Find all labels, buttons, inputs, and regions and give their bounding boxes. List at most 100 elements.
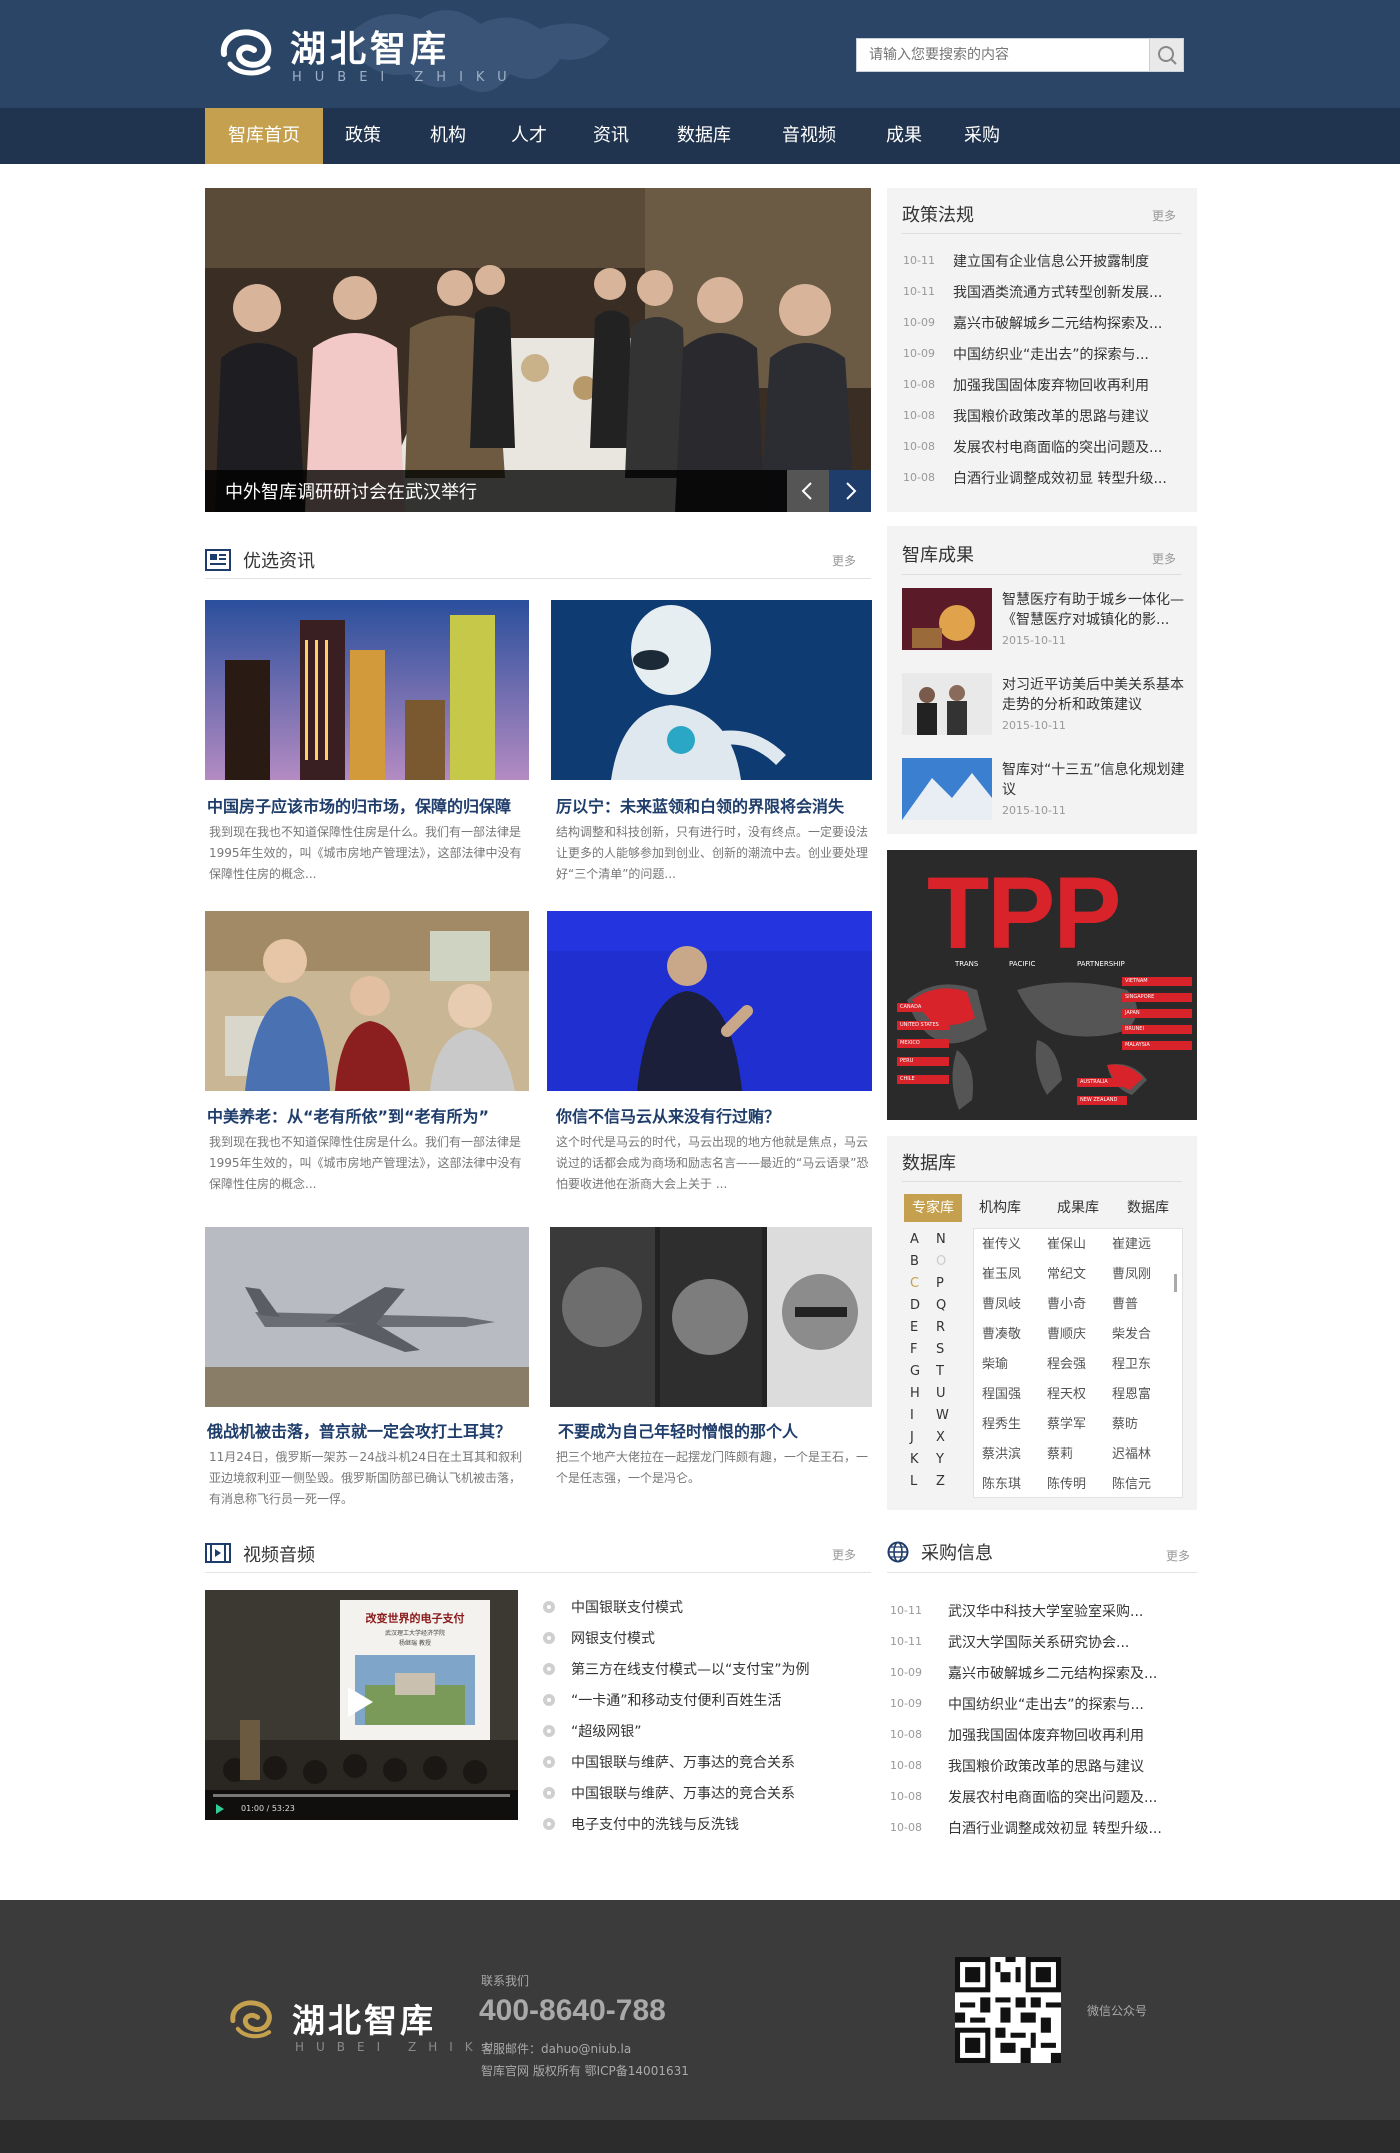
- list-item[interactable]: 10-11 建立国有企业信息公开披露制度: [903, 248, 1203, 279]
- list-item[interactable]: 10-11 武汉华中科技大学室验室采购...: [890, 1598, 1190, 1629]
- alphabet-letter[interactable]: O: [936, 1254, 946, 1269]
- expert-name[interactable]: 曹普: [1112, 1293, 1138, 1312]
- tab-institutions[interactable]: 机构库: [979, 1194, 1021, 1222]
- alphabet-letter[interactable]: L: [910, 1474, 917, 1489]
- footer-email[interactable]: 客服邮件：dahuo@niub.la: [481, 2040, 631, 2057]
- expert-name[interactable]: 蔡莉: [1047, 1443, 1073, 1462]
- policy-more-link[interactable]: 更多: [1152, 207, 1176, 224]
- item-title[interactable]: 建立国有企业信息公开披露制度: [953, 251, 1203, 271]
- news-image-fighter-jet[interactable]: [205, 1227, 529, 1407]
- expert-name[interactable]: 程天权: [1047, 1383, 1086, 1402]
- list-item[interactable]: 10-09 嘉兴市破解城乡二元结构探索及...: [890, 1660, 1190, 1691]
- list-item[interactable]: 10-08 白酒行业调整成效初显 转型升级...: [890, 1815, 1190, 1846]
- item-title[interactable]: 我国酒类流通方式转型创新发展...: [953, 282, 1203, 302]
- alphabet-letter[interactable]: B: [910, 1254, 919, 1269]
- alphabet-letter[interactable]: J: [910, 1430, 914, 1445]
- alphabet-letter[interactable]: P: [936, 1276, 944, 1291]
- expert-name[interactable]: 程国强: [982, 1383, 1021, 1402]
- slider-caption[interactable]: 中外智库调研研讨会在武汉举行: [225, 478, 477, 504]
- search-input[interactable]: [857, 39, 1147, 71]
- news-image-skyscrapers[interactable]: [205, 600, 529, 780]
- nav-purchase[interactable]: 采购: [964, 108, 1000, 164]
- item-title[interactable]: 白酒行业调整成效初显 转型升级...: [948, 1818, 1198, 1838]
- tab-experts[interactable]: 专家库: [904, 1194, 962, 1222]
- alphabet-letter[interactable]: U: [936, 1386, 946, 1401]
- nav-media[interactable]: 音视频: [782, 108, 836, 164]
- achievements-more-link[interactable]: 更多: [1152, 550, 1176, 567]
- logo-icon[interactable]: [216, 24, 276, 80]
- item-title[interactable]: 发展农村电商面临的突出问题及...: [948, 1787, 1198, 1807]
- item-title[interactable]: 加强我国固体废弃物回收再利用: [953, 375, 1203, 395]
- news-image-robot[interactable]: [551, 600, 872, 780]
- expert-name[interactable]: 蔡昉: [1112, 1413, 1138, 1432]
- expert-name[interactable]: 崔玉凤: [982, 1263, 1021, 1282]
- purchase-more-link[interactable]: 更多: [1166, 1547, 1190, 1564]
- alphabet-letter[interactable]: A: [910, 1232, 919, 1247]
- video-progress-bar[interactable]: [213, 1794, 510, 1797]
- alphabet-letter[interactable]: R: [936, 1320, 945, 1335]
- alphabet-letter[interactable]: W: [936, 1408, 949, 1423]
- list-item[interactable]: 10-08 白酒行业调整成效初显 转型升级...: [903, 465, 1203, 496]
- item-title[interactable]: 嘉兴市破解城乡二元结构探索及...: [953, 313, 1203, 333]
- nav-news[interactable]: 资讯: [593, 108, 629, 164]
- video-item-title[interactable]: 电子支付中的洗钱与反洗钱: [571, 1814, 739, 1834]
- expert-name[interactable]: 程会强: [1047, 1353, 1086, 1372]
- news-image-seniors[interactable]: [205, 911, 529, 1091]
- expert-name[interactable]: 程卫东: [1112, 1353, 1151, 1372]
- expert-name[interactable]: 柴瑜: [982, 1353, 1008, 1372]
- play-icon[interactable]: [345, 1685, 375, 1719]
- expert-name[interactable]: 蔡学军: [1047, 1413, 1086, 1432]
- video-item-title[interactable]: 中国银联支付模式: [571, 1597, 683, 1617]
- expert-name[interactable]: 曹小奇: [1047, 1293, 1086, 1312]
- alphabet-letter[interactable]: K: [910, 1452, 919, 1467]
- news-image-jack-ma[interactable]: [547, 911, 872, 1091]
- expert-name[interactable]: 柴发合: [1112, 1323, 1151, 1342]
- news-card-title[interactable]: 俄战机被击落，普京就一定会攻打土耳其？: [207, 1418, 531, 1442]
- achievement-title[interactable]: 智慧医疗有助于城乡一体化—《智慧医疗对城镇化的影...: [1002, 590, 1192, 630]
- alphabet-letter[interactable]: D: [910, 1298, 920, 1313]
- alphabet-letter[interactable]: E: [910, 1320, 918, 1335]
- news-image-portraits[interactable]: [550, 1227, 872, 1407]
- expert-name[interactable]: 程秀生: [982, 1413, 1021, 1432]
- slider-next-button[interactable]: [829, 470, 871, 512]
- item-title[interactable]: 中国纺织业“走出去”的探索与...: [948, 1694, 1198, 1714]
- expert-name[interactable]: 曹顺庆: [1047, 1323, 1086, 1342]
- achievement-title[interactable]: 智库对“十三五”信息化规划建议: [1002, 760, 1192, 800]
- news-card-title[interactable]: 中美养老：从“老有所依”到“老有所为”: [207, 1103, 531, 1127]
- list-item[interactable]: 10-08 发展农村电商面临的突出问题及...: [890, 1784, 1190, 1815]
- nav-home[interactable]: 智库首页: [205, 108, 323, 164]
- item-title[interactable]: 我国粮价政策改革的思路与建议: [953, 406, 1203, 426]
- alphabet-letter[interactable]: H: [910, 1386, 920, 1401]
- item-title[interactable]: 白酒行业调整成效初显 转型升级...: [953, 468, 1203, 488]
- list-item[interactable]: 10-08 加强我国固体废弃物回收再利用: [903, 372, 1203, 403]
- search-button[interactable]: [1149, 39, 1183, 71]
- nav-results[interactable]: 成果: [886, 108, 922, 164]
- expert-name[interactable]: 崔保山: [1047, 1233, 1086, 1252]
- item-title[interactable]: 中国纺织业“走出去”的探索与...: [953, 344, 1203, 364]
- item-title[interactable]: 武汉华中科技大学室验室采购...: [948, 1601, 1198, 1621]
- video-item-title[interactable]: 网银支付模式: [571, 1628, 655, 1648]
- hero-slider[interactable]: 中外智库调研研讨会在武汉举行: [205, 188, 871, 512]
- achievement-thumb-leaders[interactable]: [902, 673, 992, 735]
- list-item[interactable]: 10-11 我国酒类流通方式转型创新发展...: [903, 279, 1203, 310]
- expert-name[interactable]: 陈信元: [1112, 1473, 1151, 1492]
- expert-name[interactable]: 曹凤岐: [982, 1293, 1021, 1312]
- news-card-title[interactable]: 厉以宁：未来蓝领和白领的界限将会消失: [556, 793, 876, 817]
- expert-name[interactable]: 曹凑敬: [982, 1323, 1021, 1342]
- list-item[interactable]: 10-08 发展农村电商面临的突出问题及...: [903, 434, 1203, 465]
- expert-name[interactable]: 崔建远: [1112, 1233, 1151, 1252]
- video-item-title[interactable]: 中国银联与维萨、万事达的竞合关系: [571, 1752, 795, 1772]
- list-item[interactable]: 10-09 中国纺织业“走出去”的探索与...: [890, 1691, 1190, 1722]
- alphabet-letter[interactable]: S: [936, 1342, 944, 1357]
- video-player[interactable]: 改变世界的电子支付 武汉理工大学经济学院 杨继瑞 教授 01:00 / 53:2…: [205, 1590, 518, 1820]
- expert-name[interactable]: 崔传义: [982, 1233, 1021, 1252]
- list-item[interactable]: 10-08 加强我国固体废弃物回收再利用: [890, 1722, 1190, 1753]
- alphabet-letter[interactable]: Y: [936, 1452, 944, 1467]
- scrollbar-thumb[interactable]: [1174, 1274, 1177, 1292]
- expert-name[interactable]: 迟福林: [1112, 1443, 1151, 1462]
- video-item-title[interactable]: “一卡通”和移动支付便利百姓生活: [571, 1690, 782, 1710]
- achievement-thumb-mountain[interactable]: [902, 758, 992, 820]
- slider-prev-button[interactable]: [787, 470, 829, 512]
- expert-name[interactable]: 常纪文: [1047, 1263, 1086, 1282]
- nav-policy[interactable]: 政策: [345, 108, 381, 164]
